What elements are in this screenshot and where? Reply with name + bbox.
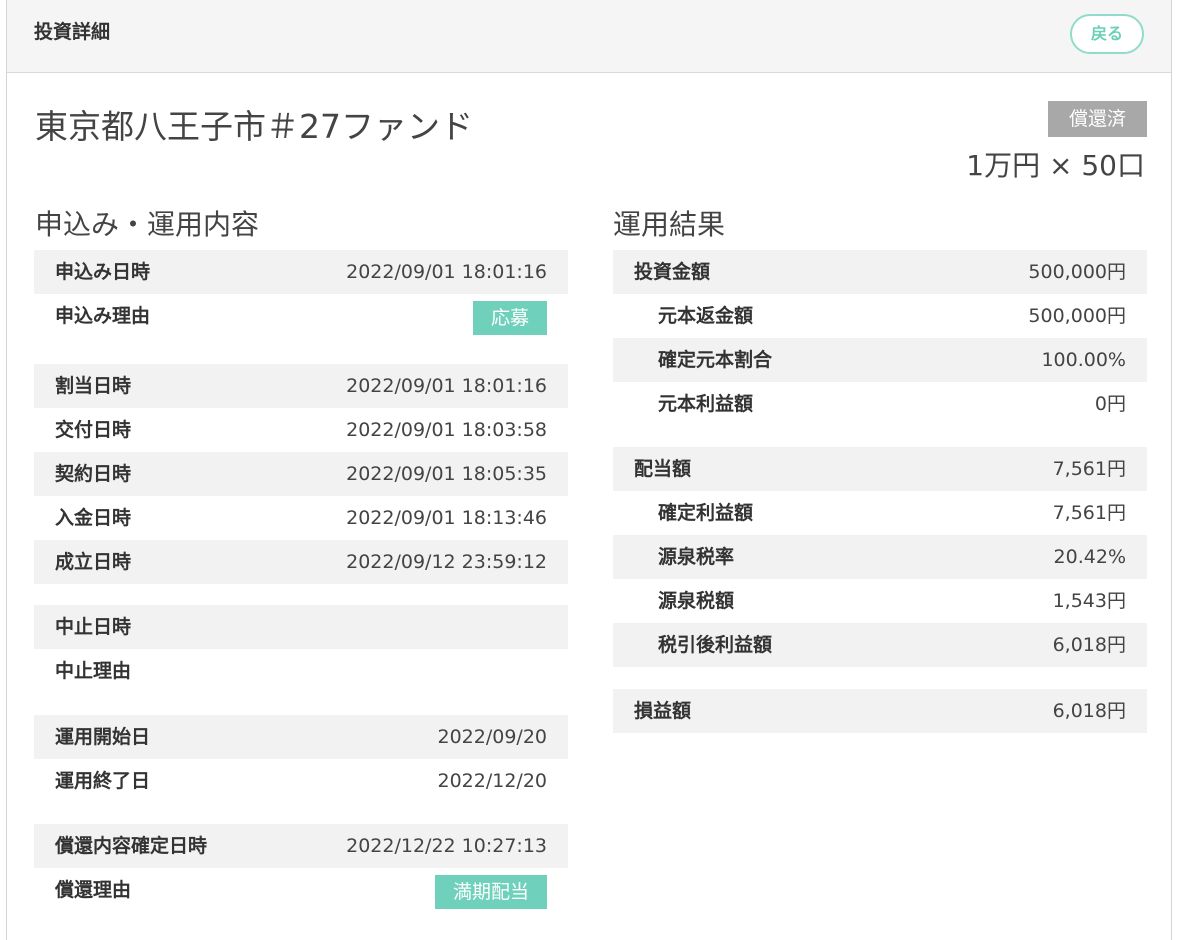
row-operation-start-date: 運用開始日 2022/09/20 <box>34 715 568 759</box>
row-label: 交付日時 <box>55 419 132 441</box>
row-label: 損益額 <box>634 700 692 722</box>
panel-header: 投資詳細 戻る <box>7 0 1171 73</box>
row-value: 500,000円 <box>1028 261 1126 283</box>
row-label: 確定元本割合 <box>658 349 773 371</box>
row-allocation-datetime: 割当日時 2022/09/01 18:01:16 <box>34 364 568 408</box>
reason-tag: 応募 <box>472 301 547 335</box>
row-contract-datetime: 契約日時 2022/09/01 18:05:35 <box>34 452 568 496</box>
row-cancel-datetime: 中止日時 <box>34 605 568 649</box>
row-value: 7,561円 <box>1052 502 1126 524</box>
row-label: 運用開始日 <box>55 726 151 748</box>
row-application-reason: 申込み理由 応募 <box>34 294 568 338</box>
back-button[interactable]: 戻る <box>1070 14 1144 54</box>
row-payment-datetime: 入金日時 2022/09/01 18:13:46 <box>34 496 568 540</box>
row-value: 500,000円 <box>1028 305 1126 327</box>
row-value: 2022/09/01 18:01:16 <box>346 375 547 397</box>
row-dividend: 配当額 7,561円 <box>613 447 1147 491</box>
row-value: 0円 <box>1094 393 1126 415</box>
row-principal-ratio: 確定元本割合 100.00% <box>613 338 1147 382</box>
row-value: 2022/12/20 <box>437 770 547 792</box>
row-redemption-confirmed-datetime: 償還内容確定日時 2022/12/22 10:27:13 <box>34 824 568 868</box>
row-after-tax-profit: 税引後利益額 6,018円 <box>613 623 1147 667</box>
row-label: 源泉税額 <box>658 590 735 612</box>
row-label: 税引後利益額 <box>658 634 773 656</box>
row-investment-amount: 投資金額 500,000円 <box>613 250 1147 294</box>
row-label: 運用終了日 <box>55 770 151 792</box>
row-value: 2022/09/01 18:03:58 <box>346 419 547 441</box>
row-label: 元本利益額 <box>658 393 754 415</box>
fund-title: 東京都八王子市＃27ファンド <box>35 107 473 146</box>
row-label: 投資金額 <box>634 261 711 283</box>
investment-units: 1万円 × 50口 <box>966 149 1145 182</box>
row-redemption-reason: 償還理由 満期配当 <box>34 868 568 912</box>
row-application-datetime: 申込み日時 2022/09/01 18:01:16 <box>34 250 568 294</box>
row-label: 償還内容確定日時 <box>55 835 208 857</box>
row-value: 6,018円 <box>1052 700 1126 722</box>
row-confirmed-profit: 確定利益額 7,561円 <box>613 491 1147 535</box>
row-operation-end-date: 運用終了日 2022/12/20 <box>34 759 568 803</box>
row-label: 割当日時 <box>55 375 132 397</box>
row-label: 申込み理由 <box>55 305 151 327</box>
row-value: 20.42% <box>1053 546 1126 568</box>
row-label: 配当額 <box>634 458 692 480</box>
page-title: 投資詳細 <box>34 21 111 43</box>
row-label: 申込み日時 <box>55 261 151 283</box>
row-label: 契約日時 <box>55 463 132 485</box>
row-value: 2022/09/20 <box>437 726 547 748</box>
row-withholding-amount: 源泉税額 1,543円 <box>613 579 1147 623</box>
row-established-datetime: 成立日時 2022/09/12 23:59:12 <box>34 540 568 584</box>
status-badge: 償還済 <box>1048 101 1147 137</box>
row-value: 2022/12/22 10:27:13 <box>346 835 547 857</box>
row-withholding-rate: 源泉税率 20.42% <box>613 535 1147 579</box>
row-cancel-reason: 中止理由 <box>34 649 568 693</box>
row-value: 100.00% <box>1041 349 1126 371</box>
row-value: 2022/09/01 18:01:16 <box>346 261 547 283</box>
application-section-title: 申込み・運用内容 <box>35 208 260 241</box>
detail-panel: 投資詳細 戻る 東京都八王子市＃27ファンド 償還済 1万円 × 50口 申込み… <box>6 0 1172 940</box>
row-value: 1,543円 <box>1052 590 1126 612</box>
row-delivery-datetime: 交付日時 2022/09/01 18:03:58 <box>34 408 568 452</box>
reason-tag: 満期配当 <box>434 875 547 909</box>
row-profit-loss: 損益額 6,018円 <box>613 689 1147 733</box>
row-label: 成立日時 <box>55 551 132 573</box>
row-value: 7,561円 <box>1052 458 1126 480</box>
row-principal-refund: 元本返金額 500,000円 <box>613 294 1147 338</box>
row-label: 元本返金額 <box>658 305 754 327</box>
row-label: 償還理由 <box>55 879 132 901</box>
row-value: 6,018円 <box>1052 634 1126 656</box>
row-principal-profit: 元本利益額 0円 <box>613 382 1147 426</box>
row-label: 入金日時 <box>55 507 132 529</box>
results-section-title: 運用結果 <box>613 208 726 241</box>
row-label: 中止日時 <box>55 616 132 638</box>
row-label: 確定利益額 <box>658 502 754 524</box>
row-value: 2022/09/01 18:13:46 <box>346 507 547 529</box>
row-label: 源泉税率 <box>658 546 735 568</box>
row-value: 2022/09/12 23:59:12 <box>346 551 547 573</box>
row-label: 中止理由 <box>55 660 132 682</box>
row-value: 2022/09/01 18:05:35 <box>346 463 547 485</box>
